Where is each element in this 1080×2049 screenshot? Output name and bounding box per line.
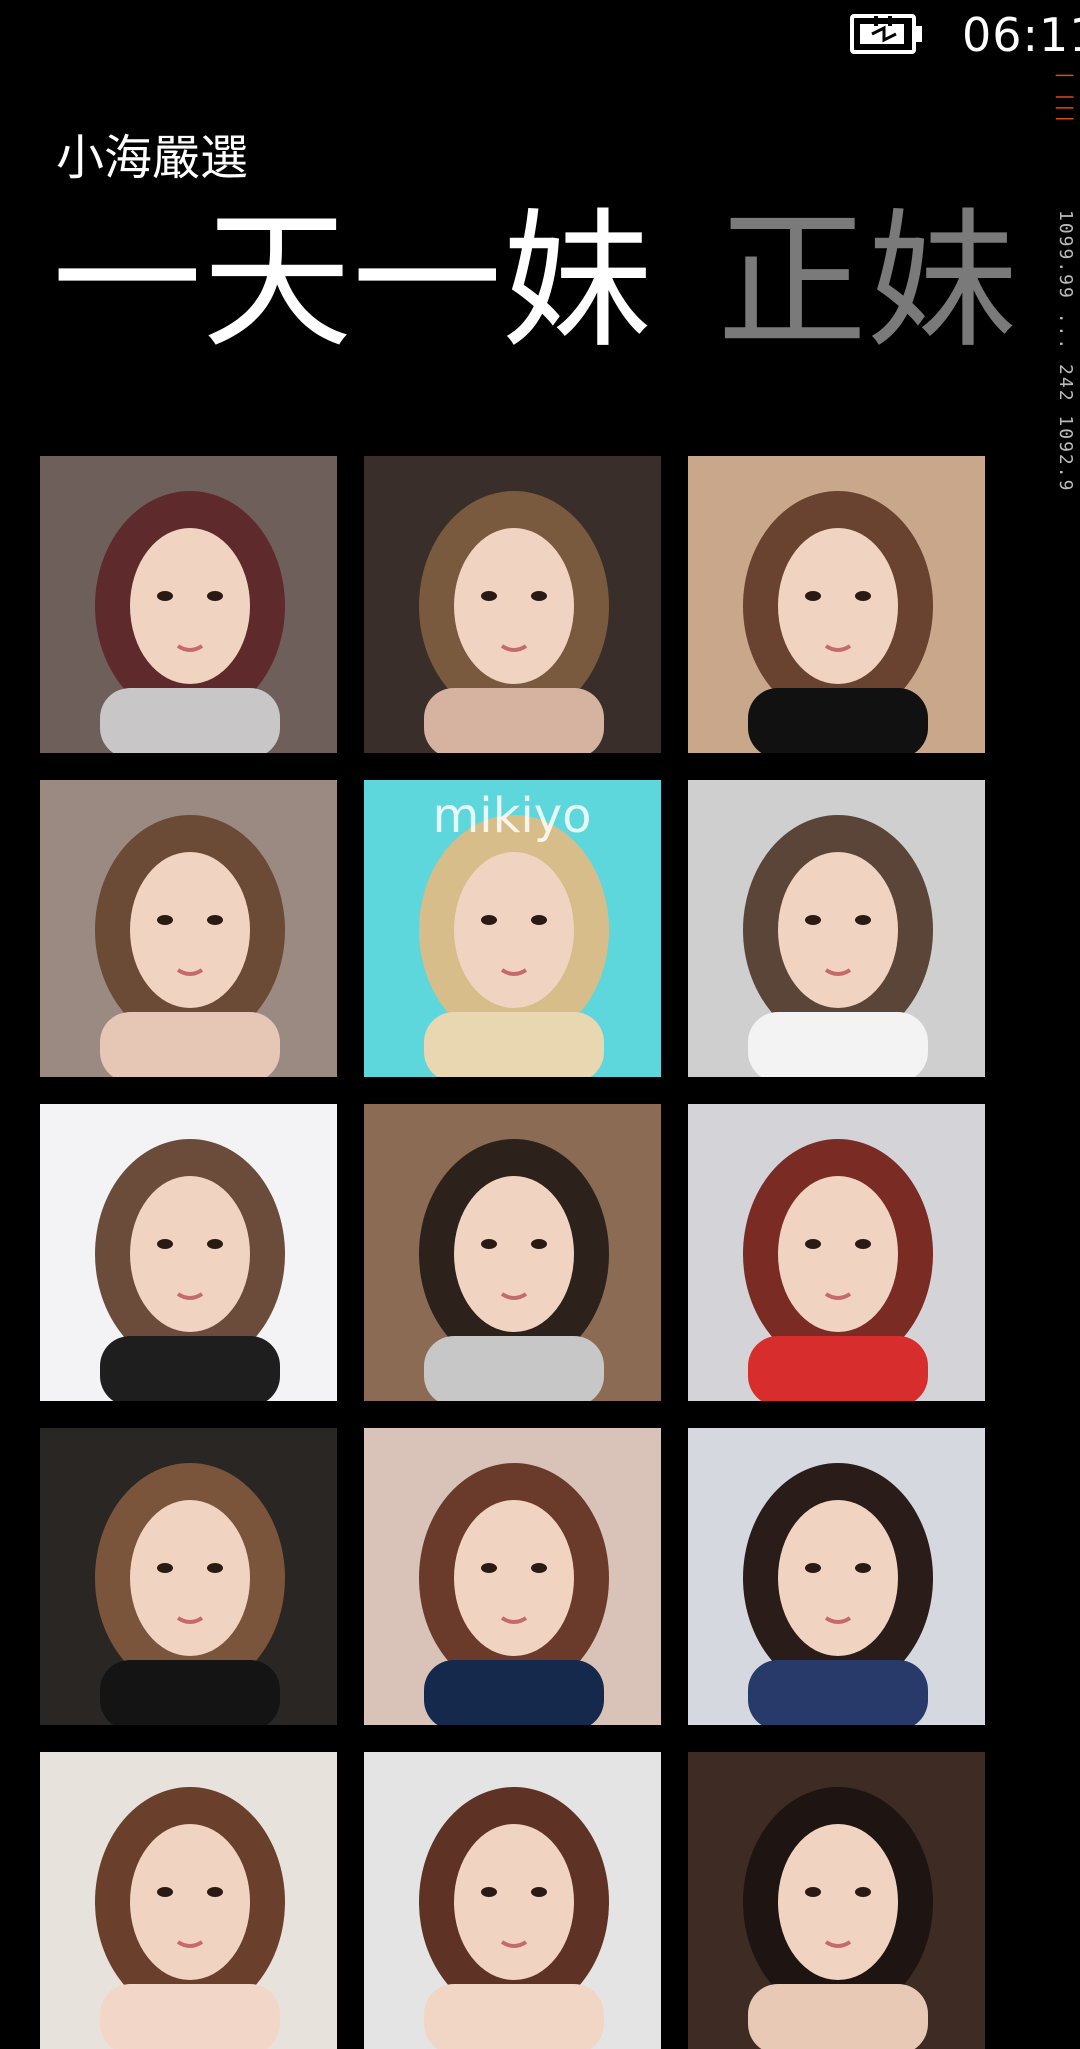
- photo-thumbnail: [40, 456, 337, 753]
- photo-tile[interactable]: [40, 1752, 337, 2049]
- tab-pretty-girl[interactable]: 正妹: [717, 192, 1017, 372]
- photo-tile[interactable]: [40, 456, 337, 753]
- photo-thumbnail: [40, 1752, 337, 2049]
- photo-thumbnail: [364, 456, 661, 753]
- debug-accent-text: | |||: [1055, 70, 1076, 125]
- status-bar: 06:11: [0, 0, 1080, 70]
- photo-tile[interactable]: [688, 780, 985, 1077]
- photo-tile[interactable]: [688, 1104, 985, 1401]
- photo-thumbnail: [40, 780, 337, 1077]
- photo-thumbnail: [364, 1428, 661, 1725]
- photo-tile[interactable]: [364, 456, 661, 753]
- photo-thumbnail: [688, 1104, 985, 1401]
- photo-thumbnail: [40, 1428, 337, 1725]
- photo-tile[interactable]: [40, 1104, 337, 1401]
- battery-charging-icon: [850, 12, 924, 56]
- photo-thumbnail: [688, 456, 985, 753]
- photo-thumbnail: [688, 780, 985, 1077]
- photo-tile[interactable]: [364, 1752, 661, 2049]
- app-title: 小海嚴選: [56, 130, 249, 186]
- photo-tile[interactable]: [364, 1428, 661, 1725]
- photo-tile[interactable]: [364, 1104, 661, 1401]
- photo-tile[interactable]: mikiyo: [364, 780, 661, 1077]
- photo-tile[interactable]: [688, 1428, 985, 1725]
- photo-tile[interactable]: [688, 1752, 985, 2049]
- photo-thumbnail: mikiyo: [364, 780, 661, 1077]
- tab-daily-girl[interactable]: 一天一妹: [52, 192, 652, 372]
- photo-thumbnail: [688, 1752, 985, 2049]
- photo-thumbnail: [364, 1752, 661, 2049]
- pivot-headers: 一天一妹 正妹: [52, 192, 1077, 372]
- photo-tile[interactable]: [40, 780, 337, 1077]
- photo-caption: mikiyo: [433, 788, 592, 844]
- photo-tile[interactable]: [688, 456, 985, 753]
- photo-thumbnail: [364, 1104, 661, 1401]
- clock: 06:11: [962, 8, 1080, 62]
- photo-thumbnail: [40, 1104, 337, 1401]
- photo-tile[interactable]: [40, 1428, 337, 1725]
- photo-thumbnail: [688, 1428, 985, 1725]
